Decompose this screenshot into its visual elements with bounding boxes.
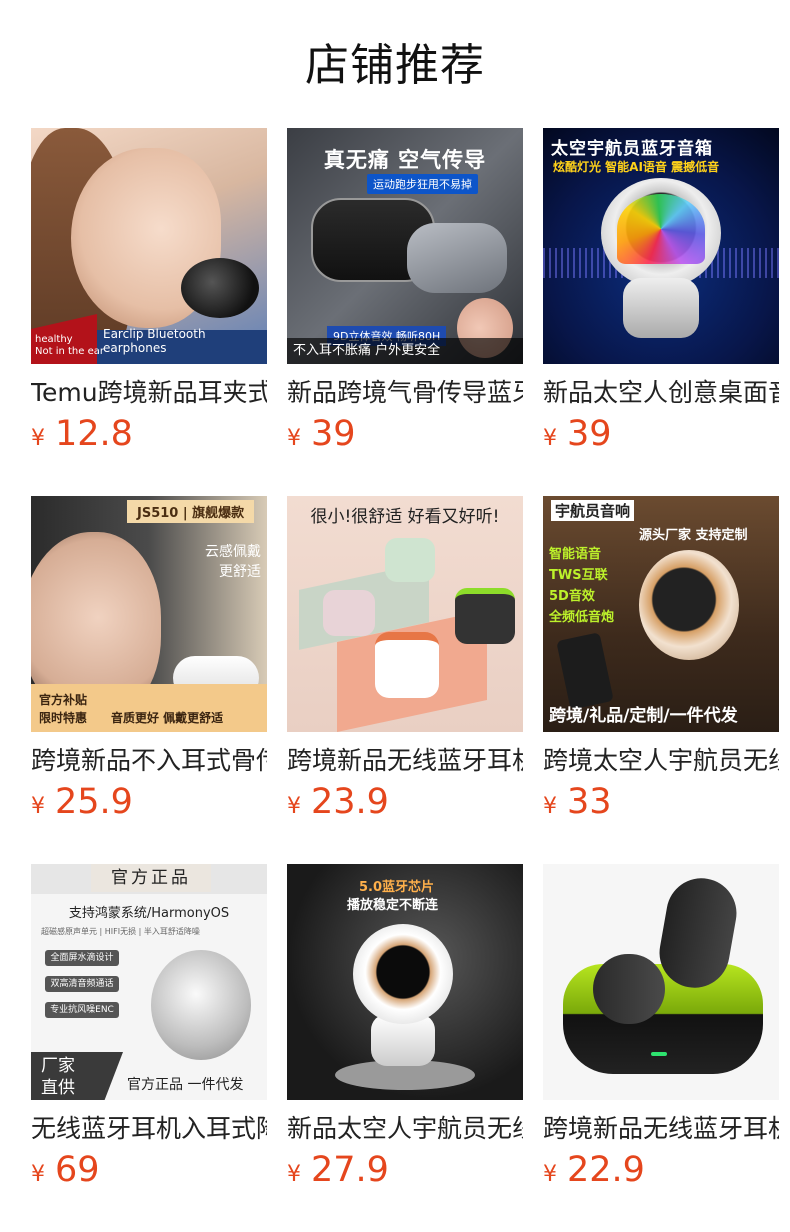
image-caption: 官方正品 一件代发 [127, 1077, 244, 1093]
currency-symbol: ¥ [31, 794, 45, 819]
product-name[interactable]: 跨境太空人宇航员无线音箱 [543, 746, 779, 776]
image-caption: 不入耳不胀痛 户外更安全 [287, 338, 523, 364]
price-value: 39 [311, 414, 356, 454]
image-caption: 直供 [41, 1078, 75, 1098]
product-name[interactable]: 新品太空人创意桌面音箱 [543, 378, 779, 408]
product-price: ¥ 69 [31, 1150, 267, 1190]
product-image[interactable]: 很小!很舒适 好看又好听! [287, 496, 523, 732]
product-name[interactable]: 跨境新品无线蓝牙耳机 [543, 1114, 779, 1144]
image-headline: 云感佩戴 更舒适 [205, 544, 261, 580]
product-name[interactable]: 无线蓝牙耳机入耳式降噪 [31, 1114, 267, 1144]
price-value: 25.9 [55, 782, 133, 822]
image-headline: 5.0蓝牙芯片 [359, 880, 435, 895]
product-image[interactable]: 官方正品 支持鸿蒙系统/HarmonyOS 超磁感原声单元 | HIFI无损 |… [31, 864, 267, 1100]
product-card[interactable]: 太空宇航员蓝牙音箱 炫酷灯光 智能AI语音 震撼低音 新品太空人创意桌面音箱 ¥… [543, 128, 779, 496]
currency-symbol: ¥ [543, 1162, 557, 1187]
product-image[interactable]: 真无痛 空气传导 运动跑步狂甩不易掉 9D立体音效 畅听80H 不入耳不胀痛 户… [287, 128, 523, 364]
currency-symbol: ¥ [31, 1162, 45, 1187]
page-title: 店铺推荐 [305, 40, 485, 91]
image-subtitle: 炫酷灯光 智能AI语音 震撼低音 [553, 160, 720, 174]
image-caption: 限时特惠 [39, 711, 88, 725]
product-card[interactable]: 真无痛 空气传导 运动跑步狂甩不易掉 9D立体音效 畅听80H 不入耳不胀痛 户… [287, 128, 523, 496]
product-price: ¥ 22.9 [543, 1150, 779, 1190]
currency-symbol: ¥ [543, 426, 557, 451]
product-price: ¥ 25.9 [31, 782, 267, 822]
product-card[interactable]: JS510 | 旗舰爆款 云感佩戴 更舒适 官方补贴 限时特惠 音质更好 佩戴更… [31, 496, 267, 864]
image-feature-tag: 全面屏水滴设计 [45, 950, 119, 966]
product-image[interactable]: 太空宇航员蓝牙音箱 炫酷灯光 智能AI语音 震撼低音 [543, 128, 779, 364]
currency-symbol: ¥ [287, 1162, 301, 1187]
product-price: ¥ 39 [543, 414, 779, 454]
price-value: 33 [567, 782, 612, 822]
product-card[interactable]: 宇航员音响 源头厂家 支持定制 智能语音 TWS互联 5D音效 全频低音炮 跨境… [543, 496, 779, 864]
image-tag: 官方正品 [91, 864, 211, 892]
earbuds-case-icon [151, 950, 251, 1060]
astronaut-icon [623, 278, 699, 338]
product-card[interactable]: 很小!很舒适 好看又好听! 跨境新品无线蓝牙耳机 ¥ 23.9 [287, 496, 523, 864]
price-value: 23.9 [311, 782, 389, 822]
product-image[interactable]: JS510 | 旗舰爆款 云感佩戴 更舒适 官方补贴 限时特惠 音质更好 佩戴更… [31, 496, 267, 732]
product-name[interactable]: 新品太空人宇航员无线音箱 [287, 1114, 523, 1144]
image-caption: 跨境/礼品/定制/一件代发 [549, 706, 738, 726]
price-value: 12.8 [55, 414, 133, 454]
product-name[interactable]: 新品跨境气骨传导蓝牙耳机 [287, 378, 523, 408]
product-card[interactable]: 官方正品 支持鸿蒙系统/HarmonyOS 超磁感原声单元 | HIFI无损 |… [31, 864, 267, 1232]
image-headline: 很小!很舒适 好看又好听! [310, 507, 500, 527]
product-name[interactable]: 跨境新品无线蓝牙耳机 [287, 746, 523, 776]
price-value: 39 [567, 414, 612, 454]
product-image[interactable]: 5.0蓝牙芯片 播放稳定不断连 [287, 864, 523, 1100]
image-feature-tag: 专业抗风噪ENC [45, 1002, 119, 1018]
price-value: 69 [55, 1150, 100, 1190]
price-value: 27.9 [311, 1150, 389, 1190]
product-image[interactable]: 宇航员音响 源头厂家 支持定制 智能语音 TWS互联 5D音效 全频低音炮 跨境… [543, 496, 779, 732]
product-card[interactable]: 跨境新品无线蓝牙耳机 ¥ 22.9 [543, 864, 779, 1232]
product-price: ¥ 33 [543, 782, 779, 822]
currency-symbol: ¥ [543, 794, 557, 819]
product-price: ¥ 12.8 [31, 414, 267, 454]
image-feature-tag: 双高清音频通话 [45, 976, 119, 992]
currency-symbol: ¥ [287, 426, 301, 451]
currency-symbol: ¥ [287, 794, 301, 819]
astronaut-icon [639, 550, 739, 660]
section-header: 店铺推荐 [0, 0, 790, 128]
image-caption: Earclip Bluetooth earphones [103, 327, 206, 355]
image-subtitle: 源头厂家 支持定制 [639, 528, 748, 543]
image-caption: 官方补贴 [39, 693, 88, 707]
image-subtitle: 超磁感原声单元 | HIFI无损 | 半入耳舒适降噪 [41, 927, 200, 936]
product-name[interactable]: Temu跨境新品耳夹式蓝牙耳机 [31, 378, 267, 408]
product-price: ¥ 27.9 [287, 1150, 523, 1190]
earphone-icon [181, 258, 259, 318]
image-headline: 真无痛 空气传导 [323, 148, 487, 172]
image-tag: JS510 | 旗舰爆款 [127, 500, 255, 523]
product-price: ¥ 39 [287, 414, 523, 454]
image-features: 智能语音 TWS互联 5D音效 全频低音炮 [549, 547, 615, 625]
product-card[interactable]: healthy Not in the ear Earclip Bluetooth… [31, 128, 267, 496]
product-card[interactable]: 5.0蓝牙芯片 播放稳定不断连 新品太空人宇航员无线音箱 ¥ 27.9 [287, 864, 523, 1232]
product-image[interactable]: healthy Not in the ear Earclip Bluetooth… [31, 128, 267, 364]
image-headline: 宇航员音响 [551, 500, 635, 521]
product-price: ¥ 23.9 [287, 782, 523, 822]
image-headline: 支持鸿蒙系统/HarmonyOS [68, 906, 230, 921]
product-grid: healthy Not in the ear Earclip Bluetooth… [31, 128, 779, 1232]
image-subtitle: 播放稳定不断连 [347, 898, 439, 913]
image-headline: 太空宇航员蓝牙音箱 [551, 139, 713, 159]
image-caption: 音质更好 佩戴更舒适 [111, 711, 224, 725]
image-badge: healthy Not in the ear [35, 334, 104, 357]
earbuds-case-icon [375, 632, 439, 698]
currency-symbol: ¥ [31, 426, 45, 451]
image-subtitle: 运动跑步狂甩不易掉 [367, 174, 478, 194]
product-name[interactable]: 跨境新品不入耳式骨传导耳机 [31, 746, 267, 776]
product-image[interactable] [543, 864, 779, 1100]
price-value: 22.9 [567, 1150, 645, 1190]
astronaut-icon [353, 924, 453, 1024]
